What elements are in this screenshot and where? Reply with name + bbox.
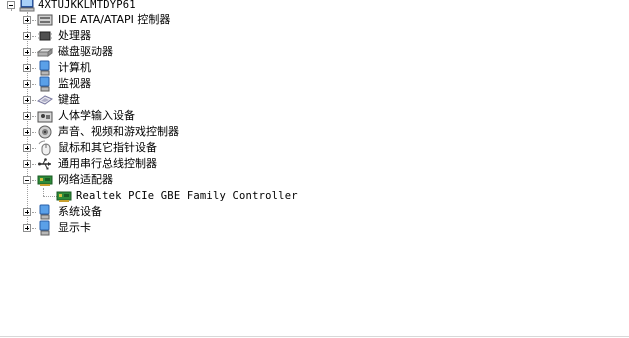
tree-item-keyboard[interactable]: 键盘 — [0, 92, 300, 108]
expand-toggle[interactable] — [23, 96, 31, 104]
collapse-toggle[interactable] — [23, 176, 31, 184]
expand-toggle[interactable] — [23, 128, 31, 136]
expand-toggle[interactable] — [23, 208, 31, 216]
tree-item-label: 处理器 — [58, 29, 91, 42]
ide-controller-icon — [37, 12, 53, 28]
expand-toggle[interactable] — [23, 144, 31, 152]
tree-item-label: IDE ATA/ATAPI 控制器 — [58, 13, 171, 26]
keyboard-icon — [36, 92, 54, 108]
tree-item-realtek-controller[interactable]: Realtek PCIe GBE Family Controller — [0, 188, 320, 204]
tree-item-label: 人体学输入设备 — [58, 109, 135, 122]
computer-icon — [37, 60, 53, 76]
processor-icon — [37, 28, 53, 44]
expand-toggle[interactable] — [23, 224, 31, 232]
tree-item-label: 磁盘驱动器 — [58, 45, 113, 58]
tree-item-monitor[interactable]: 监视器 — [0, 76, 300, 92]
expand-toggle[interactable] — [23, 112, 31, 120]
expand-toggle[interactable] — [23, 48, 31, 56]
tree-item-hid[interactable]: 人体学输入设备 — [0, 108, 300, 124]
network-adapter-icon — [56, 188, 72, 204]
mouse-icon — [37, 140, 53, 156]
tree-item-label: 监视器 — [58, 77, 91, 90]
tree-item-display-adapter[interactable]: 显示卡 — [0, 220, 300, 236]
tree-item-label: Realtek PCIe GBE Family Controller — [76, 190, 298, 202]
expand-toggle[interactable] — [23, 80, 31, 88]
tree-item-label: 键盘 — [58, 93, 80, 106]
tree-item-processor[interactable]: 处理器 — [0, 28, 300, 44]
collapse-toggle[interactable] — [7, 1, 15, 9]
tree-item-label: 显示卡 — [58, 221, 91, 234]
tree-item-label: 计算机 — [58, 61, 91, 74]
expand-toggle[interactable] — [23, 32, 31, 40]
tree-item-computer[interactable]: 计算机 — [0, 60, 300, 76]
hid-icon — [37, 108, 53, 124]
sound-icon — [37, 124, 53, 140]
expand-toggle[interactable] — [23, 160, 31, 168]
expand-toggle[interactable] — [23, 16, 31, 24]
tree-item-label: 声音、视频和游戏控制器 — [58, 125, 179, 138]
network-adapter-icon — [37, 172, 53, 188]
expand-toggle[interactable] — [23, 64, 31, 72]
tree-item-label: 鼠标和其它指针设备 — [58, 141, 157, 154]
disk-drive-icon — [36, 44, 54, 60]
monitor-icon — [37, 76, 53, 92]
system-device-icon — [37, 204, 53, 220]
tree-item-ide[interactable]: IDE ATA/ATAPI 控制器 — [0, 12, 300, 28]
display-adapter-icon — [37, 220, 53, 236]
tree-item-system-devices[interactable]: 系统设备 — [0, 204, 300, 220]
tree-item-network-adapter[interactable]: 网络适配器 — [0, 172, 300, 188]
usb-icon — [37, 156, 53, 172]
tree-item-label: 系统设备 — [58, 205, 102, 218]
tree-item-disk-drive[interactable]: 磁盘驱动器 — [0, 44, 300, 60]
tree-item-sound[interactable]: 声音、视频和游戏控制器 — [0, 124, 300, 140]
tree-item-mouse[interactable]: 鼠标和其它指针设备 — [0, 140, 300, 156]
device-manager-tree: 4XTUJKKLMTDYP61 IDE ATA/ATAPI 控制器 处理器 磁盘… — [0, 0, 629, 338]
tree-item-label: 网络适配器 — [58, 173, 113, 186]
divider — [0, 336, 629, 337]
tree-item-usb[interactable]: 通用串行总线控制器 — [0, 156, 300, 172]
tree-item-label: 通用串行总线控制器 — [58, 157, 157, 170]
